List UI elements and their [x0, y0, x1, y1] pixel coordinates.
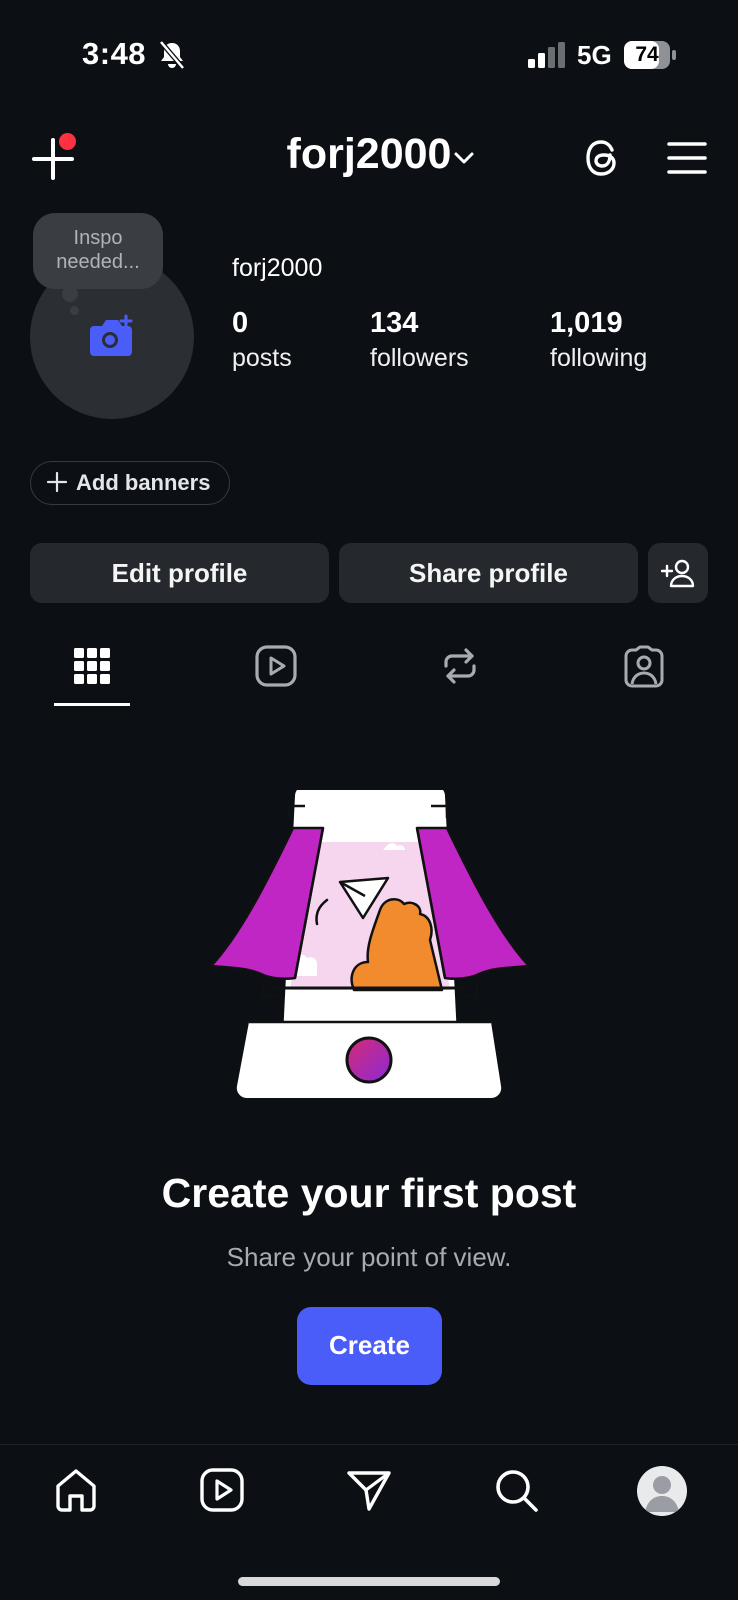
threads-icon[interactable]: [582, 136, 624, 180]
muted-bell-icon: [159, 40, 185, 70]
add-person-icon: [661, 559, 695, 588]
tagged-icon[interactable]: [622, 644, 666, 688]
create-button-label: Create: [329, 1330, 410, 1360]
profile-name: forj2000: [232, 254, 323, 282]
edit-profile-label: Edit profile: [111, 558, 248, 588]
posts-count: 0: [232, 307, 249, 339]
plus-icon: [46, 471, 68, 493]
followers-count[interactable]: 134: [370, 307, 418, 340]
reposts-icon[interactable]: [438, 644, 482, 688]
create-post-illustration: [209, 790, 531, 1099]
note-bubble-tail: [62, 286, 78, 302]
following-count[interactable]: 1,019: [550, 307, 623, 340]
chevron-down-icon[interactable]: [452, 148, 476, 168]
empty-state-title: Create your first post: [161, 1170, 577, 1216]
status-time: 3:48: [82, 36, 147, 71]
grid-icon[interactable]: [70, 644, 114, 688]
battery-level: 74: [635, 43, 659, 66]
home-indicator: [238, 1577, 500, 1586]
default-avatar-icon: [645, 1476, 679, 1512]
notification-dot: [59, 133, 76, 150]
posts-label: posts: [232, 344, 292, 372]
signal-icon: [528, 42, 565, 68]
home-icon[interactable]: [52, 1466, 100, 1514]
note-bubble-text: Inspo needed...: [56, 227, 140, 273]
network-type: 5G: [577, 40, 612, 70]
reels-nav-icon[interactable]: [198, 1466, 246, 1514]
add-photo-camera-icon[interactable]: [88, 314, 134, 358]
followers-label[interactable]: followers: [370, 344, 469, 373]
nav-divider: [0, 1444, 738, 1445]
note-bubble-tail-small: [70, 306, 79, 315]
empty-state-subtitle: Share your point of view.: [226, 1242, 512, 1272]
profile-nav-avatar[interactable]: [637, 1466, 687, 1516]
discover-people-button[interactable]: [648, 543, 708, 603]
messages-icon[interactable]: [345, 1466, 393, 1514]
search-icon[interactable]: [492, 1466, 540, 1514]
reels-icon[interactable]: [254, 644, 298, 688]
active-tab-indicator: [54, 703, 130, 706]
following-label[interactable]: following: [550, 344, 647, 373]
share-profile-label: Share profile: [409, 558, 568, 588]
menu-icon[interactable]: [667, 140, 707, 176]
add-banners-label: Add banners: [76, 470, 211, 495]
